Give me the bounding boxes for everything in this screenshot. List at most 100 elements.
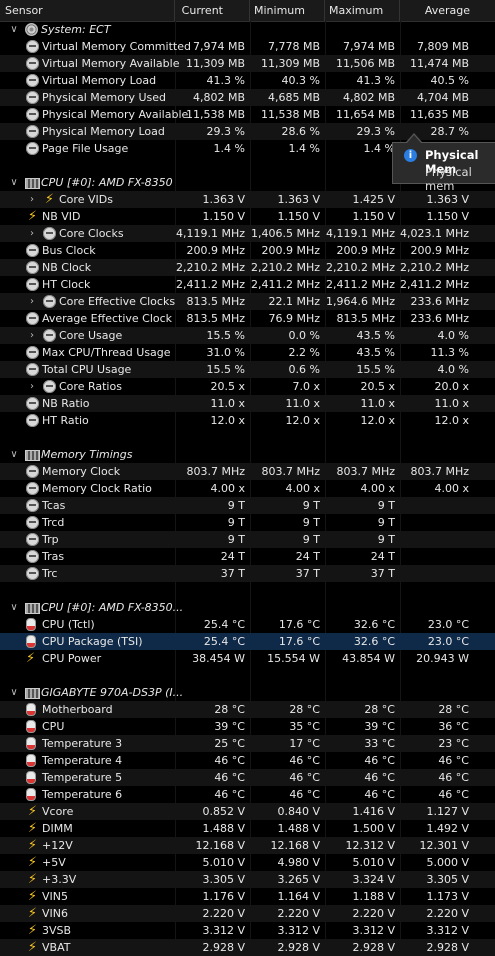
sensor-label: Temperature 5	[42, 771, 123, 784]
sensor-label: VIN5	[42, 890, 68, 903]
sensor-row[interactable]: ⚡ CPU Power 38.454 W 15.554 W 43.854 W 20.943…	[0, 650, 495, 667]
sensor-row[interactable]: › Core Clocks 4,119.1 MHz 1,406.5 MHz 4,119.…	[0, 225, 495, 242]
sensor-row[interactable]: CPU 39 °C 35 °C 39 °C 36 °C	[0, 718, 495, 735]
header-sensor[interactable]: Sensor	[0, 0, 175, 21]
sensor-row[interactable]: › Core Effective Clocks 813.5 MHz 22.1 MHz 1…	[0, 293, 495, 310]
sensor-group-row[interactable]: ∨ GIGABYTE 970A-DS3P (I...	[0, 684, 495, 701]
minimum-value: 200.9 MHz	[261, 244, 320, 257]
sensor-row[interactable]: Memory Clock Ratio 4.00 x 4.00 x 4.00 x 4.00…	[0, 480, 495, 497]
sensor-row[interactable]: Total CPU Usage 15.5 % 0.6 % 15.5 % 4.0 %	[0, 361, 495, 378]
sensor-row[interactable]: Temperature 3 25 °C 17 °C 33 °C 23 °C	[0, 735, 495, 752]
sensor-row[interactable]: ⚡ DIMM 1.488 V 1.488 V 1.500 V 1.492 V	[0, 820, 495, 837]
current-value: 4,119.1 MHz	[175, 227, 245, 240]
sensor-row[interactable]: HT Ratio 12.0 x 12.0 x 12.0 x 12.0 x	[0, 412, 495, 429]
sensor-row[interactable]: ⚡ Vcore 0.852 V 0.840 V 1.416 V 1.127 V	[0, 803, 495, 820]
current-value: 15.5 %	[206, 329, 245, 342]
minimum-value: 46 °C	[289, 771, 320, 784]
header-maximum[interactable]: Maximum	[325, 0, 400, 21]
header-average[interactable]: Average	[400, 0, 495, 21]
sensor-row[interactable]: CPU Package (TSI) 25.4 °C 17.6 °C 32.6 °C 23…	[0, 633, 495, 650]
average-value: 4.0 %	[437, 329, 469, 342]
sensor-row[interactable]: ⚡ VIN6 2.220 V 2.220 V 2.220 V 2.220 V	[0, 905, 495, 922]
average-value: 46 °C	[438, 771, 469, 784]
minimum-value: 2.220 V	[277, 907, 320, 920]
sensor-row[interactable]: ⚡ 3VSB 3.312 V 3.312 V 3.312 V 3.312 V	[0, 922, 495, 939]
sensor-label: Virtual Memory Load	[42, 74, 157, 87]
sensor-row[interactable]: NB Ratio 11.0 x 11.0 x 11.0 x 11.0 x	[0, 395, 495, 412]
sensor-group-row[interactable]: ∨ CPU [#0]: AMD FX-8350...	[0, 599, 495, 616]
sensor-row[interactable]: Motherboard 28 °C 28 °C 28 °C 28 °C	[0, 701, 495, 718]
sensor-row[interactable]: HT Clock 2,411.2 MHz 2,411.2 MHz 2,411.2 MH…	[0, 276, 495, 293]
average-value: 4,023.1 MHz	[399, 227, 469, 240]
minimum-value: 1.488 V	[277, 822, 320, 835]
thermometer-icon	[26, 788, 36, 801]
current-value: 11,538 MB	[185, 108, 245, 121]
sensor-row[interactable]: Tcas 9 T 9 T 9 T	[0, 497, 495, 514]
sensor-row[interactable]: Memory Clock 803.7 MHz 803.7 MHz 803.7 MHz 8…	[0, 463, 495, 480]
expand-chevron-icon[interactable]: ›	[27, 293, 37, 310]
sensor-row[interactable]: ⚡ VBAT 2.928 V 2.928 V 2.928 V 2.928 V	[0, 939, 495, 956]
thermometer-icon	[26, 618, 36, 631]
sensor-row[interactable]: Trc 37 T 37 T 37 T	[0, 565, 495, 582]
minimum-value: 1,406.5 MHz	[250, 227, 320, 240]
sensor-row[interactable]: Temperature 5 46 °C 46 °C 46 °C 46 °C	[0, 769, 495, 786]
sensor-label: NB VID	[42, 210, 81, 223]
group-label: System: ECT	[41, 23, 111, 36]
sensor-row[interactable]: Temperature 4 46 °C 46 °C 46 °C 46 °C	[0, 752, 495, 769]
sensor-row[interactable]: Virtual Memory Available 11,309 MB 11,309 …	[0, 55, 495, 72]
sensor-row[interactable]: Trp 9 T 9 T 9 T	[0, 531, 495, 548]
expand-chevron-icon[interactable]: ›	[27, 191, 37, 208]
current-value: 46 °C	[214, 788, 245, 801]
sensor-row[interactable]: ⚡ VIN5 1.176 V 1.164 V 1.188 V 1.173 V	[0, 888, 495, 905]
minimum-value: 0.840 V	[277, 805, 320, 818]
sensor-row[interactable]: › Core Usage 15.5 % 0.0 % 43.5 % 4.0 %	[0, 327, 495, 344]
sensor-row[interactable]: Bus Clock 200.9 MHz 200.9 MHz 200.9 MHz 200.…	[0, 242, 495, 259]
minimum-value: 9 T	[302, 533, 320, 546]
sensor-row[interactable]: Physical Memory Used 4,802 MB 4,685 MB 4,80…	[0, 89, 495, 106]
average-value: 11,474 MB	[409, 57, 469, 70]
header-minimum[interactable]: Minimum	[250, 0, 325, 21]
maximum-value: 20.5 x	[360, 380, 396, 393]
maximum-value: 46 °C	[364, 754, 395, 767]
sensor-label: Core VIDs	[59, 193, 113, 206]
sensor-row[interactable]: Max CPU/Thread Usage 31.0 % 2.2 % 43.5 % 11.…	[0, 344, 495, 361]
sensor-row[interactable]: CPU (Tctl) 25.4 °C 17.6 °C 32.6 °C 23.0 °C	[0, 616, 495, 633]
sensor-row[interactable]: Virtual Memory Load 41.3 % 40.3 % 41.3 % 40.…	[0, 72, 495, 89]
maximum-value: 4,802 MB	[342, 91, 395, 104]
sensor-row[interactable]: NB Clock 2,210.2 MHz 2,210.2 MHz 2,210.2 MH…	[0, 259, 495, 276]
maximum-value: 1.425 V	[352, 193, 395, 206]
sensor-icon	[26, 91, 39, 104]
expand-chevron-icon[interactable]: ›	[27, 378, 37, 395]
sensor-row[interactable]: Average Effective Clock 813.5 MHz 76.9 MHz…	[0, 310, 495, 327]
header-current[interactable]: Current	[175, 0, 250, 21]
minimum-value: 12.0 x	[285, 414, 321, 427]
sensor-group-row[interactable]: ∨ System: ECT	[0, 21, 495, 38]
sensor-row[interactable]: Physical Memory Available 11,538 MB 11,538…	[0, 106, 495, 123]
maximum-value: 11,654 MB	[335, 108, 395, 121]
gear-icon	[25, 23, 38, 36]
collapse-chevron-icon[interactable]: ∨	[9, 21, 19, 38]
sensor-row[interactable]: ⚡ +5V 5.010 V 4.980 V 5.010 V 5.000 V	[0, 854, 495, 871]
sensor-row[interactable]: Tras 24 T 24 T 24 T	[0, 548, 495, 565]
collapse-chevron-icon[interactable]: ∨	[9, 174, 19, 191]
sensor-row[interactable]: ⚡ NB VID 1.150 V 1.150 V 1.150 V 1.150 V	[0, 208, 495, 225]
sensor-row[interactable]: › Core Ratios 20.5 x 7.0 x 20.5 x 20.0 x	[0, 378, 495, 395]
sensor-row[interactable]: Trcd 9 T 9 T 9 T	[0, 514, 495, 531]
sensor-icon	[26, 261, 39, 274]
sensor-group-row[interactable]: ∨ Memory Timings	[0, 446, 495, 463]
maximum-value: 39 °C	[364, 720, 395, 733]
collapse-chevron-icon[interactable]: ∨	[9, 684, 19, 701]
expand-chevron-icon[interactable]: ›	[27, 225, 37, 242]
collapse-chevron-icon[interactable]: ∨	[9, 599, 19, 616]
sensor-row[interactable]: ⚡ +12V 12.168 V 12.168 V 12.312 V 12.301 V	[0, 837, 495, 854]
sensor-label: Temperature 3	[42, 737, 123, 750]
collapse-chevron-icon[interactable]: ∨	[9, 446, 19, 463]
sensor-row[interactable]: ⚡ +3.3V 3.305 V 3.265 V 3.324 V 3.305 V	[0, 871, 495, 888]
current-value: 41.3 %	[206, 74, 245, 87]
sensor-row[interactable]: Temperature 6 46 °C 46 °C 46 °C 46 °C	[0, 786, 495, 803]
sensor-row[interactable]: Virtual Memory Committed 7,974 MB 7,778 MB…	[0, 38, 495, 55]
expand-chevron-icon[interactable]: ›	[27, 327, 37, 344]
average-value: 3.312 V	[426, 924, 469, 937]
sensor-row[interactable]: › ⚡ Core VIDs 1.363 V 1.363 V 1.425 V 1.363 V	[0, 191, 495, 208]
sensor-icon	[26, 482, 39, 495]
